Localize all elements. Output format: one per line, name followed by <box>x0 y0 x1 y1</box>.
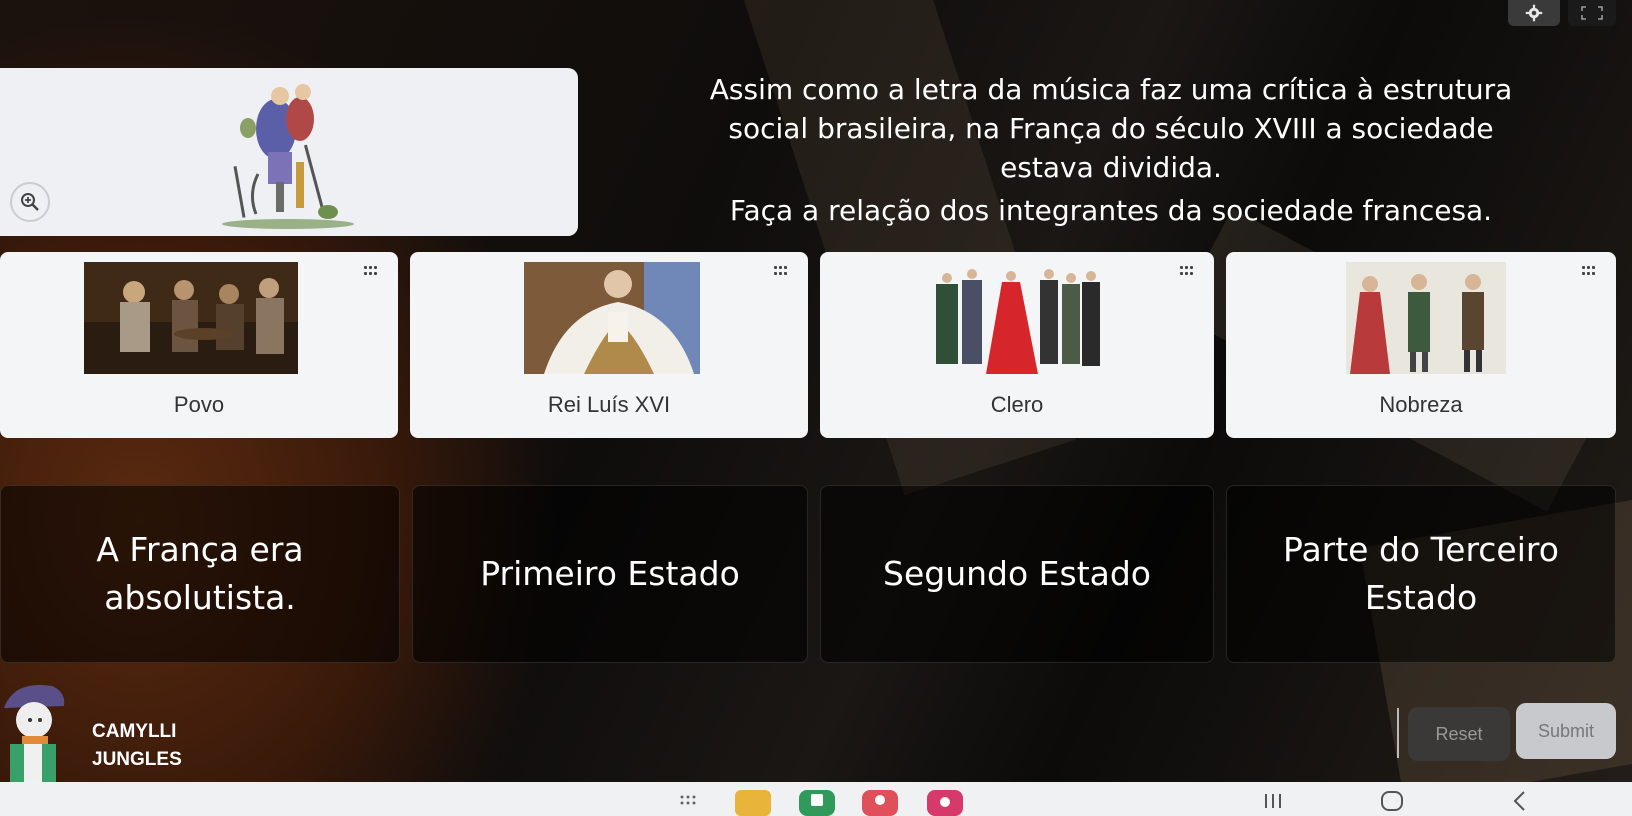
drop-zone-absolutista[interactable]: A França era absolutista. <box>0 485 400 663</box>
player-last-name: JUNGLES <box>92 749 182 770</box>
drag-handle-icon[interactable] <box>774 266 788 276</box>
fullscreen-icon <box>1581 6 1603 20</box>
reset-button[interactable]: Reset <box>1408 707 1510 761</box>
home-icon[interactable] <box>1380 790 1406 816</box>
camera-app-icon[interactable] <box>925 788 965 816</box>
question-line: Assim como a letra da música faz uma crí… <box>709 73 1513 106</box>
clero-image <box>928 262 1106 374</box>
submit-button[interactable]: Submit <box>1516 703 1616 759</box>
drop-zone-primeiro-estado[interactable]: Primeiro Estado <box>412 485 808 663</box>
drop-zone-terceiro-estado[interactable]: Parte do Terceiro Estado <box>1226 485 1616 663</box>
avatar <box>4 684 65 782</box>
zone-label: Segundo Estado <box>883 554 1151 593</box>
card-rei-luis-xvi[interactable]: Rei Luís XVI <box>410 252 808 438</box>
card-label: Nobreza <box>1379 392 1463 417</box>
drag-handle-icon[interactable] <box>1180 266 1194 276</box>
fullscreen-button[interactable] <box>1568 0 1616 26</box>
question-instruction: Faça a relação dos integrantes da socied… <box>729 194 1493 227</box>
rei-luis-xvi-image <box>524 262 700 374</box>
drop-zone-segundo-estado[interactable]: Segundo Estado <box>820 485 1214 663</box>
card-clero[interactable]: Clero <box>820 252 1214 438</box>
settings-button[interactable] <box>1508 0 1560 26</box>
zoom-in-icon <box>21 193 39 211</box>
card-label: Clero <box>990 392 1044 417</box>
zone-label: Primeiro Estado <box>480 554 740 593</box>
folder-app-icon[interactable] <box>733 788 773 816</box>
system-nav-bar <box>0 782 1632 816</box>
zone-label: A França era absolutista. <box>96 530 304 617</box>
player-first-name: CAMYLLI <box>92 721 177 742</box>
player-name: CAMYLLI JUNGLES <box>92 718 182 774</box>
drag-handle-icon[interactable] <box>1582 266 1596 276</box>
question-line: social brasileira, na França do século X… <box>728 112 1494 145</box>
action-divider <box>1397 708 1399 758</box>
nobreza-image <box>1346 262 1506 374</box>
question-image-panel <box>0 68 578 236</box>
drag-handle-icon[interactable] <box>364 266 378 276</box>
card-povo[interactable]: Povo <box>0 252 398 438</box>
zone-label: Parte do Terceiro Estado <box>1283 530 1559 617</box>
back-icon[interactable] <box>1510 790 1530 816</box>
recent-apps-icon[interactable] <box>1262 792 1284 814</box>
profile-app-icon[interactable] <box>860 788 900 816</box>
zoom-button[interactable] <box>10 182 50 222</box>
classroom-app-icon[interactable] <box>797 788 837 816</box>
question-illustration <box>218 74 356 230</box>
card-label: Povo <box>173 392 225 417</box>
povo-image <box>84 262 298 374</box>
card-nobreza[interactable]: Nobreza <box>1226 252 1616 438</box>
question-line: estava dividida. <box>1000 151 1222 184</box>
question-text: Assim como a letra da música faz uma crí… <box>590 70 1632 230</box>
card-label: Rei Luís XVI <box>547 392 671 417</box>
gear-icon <box>1525 4 1543 22</box>
app-drawer-icon[interactable] <box>680 794 700 813</box>
